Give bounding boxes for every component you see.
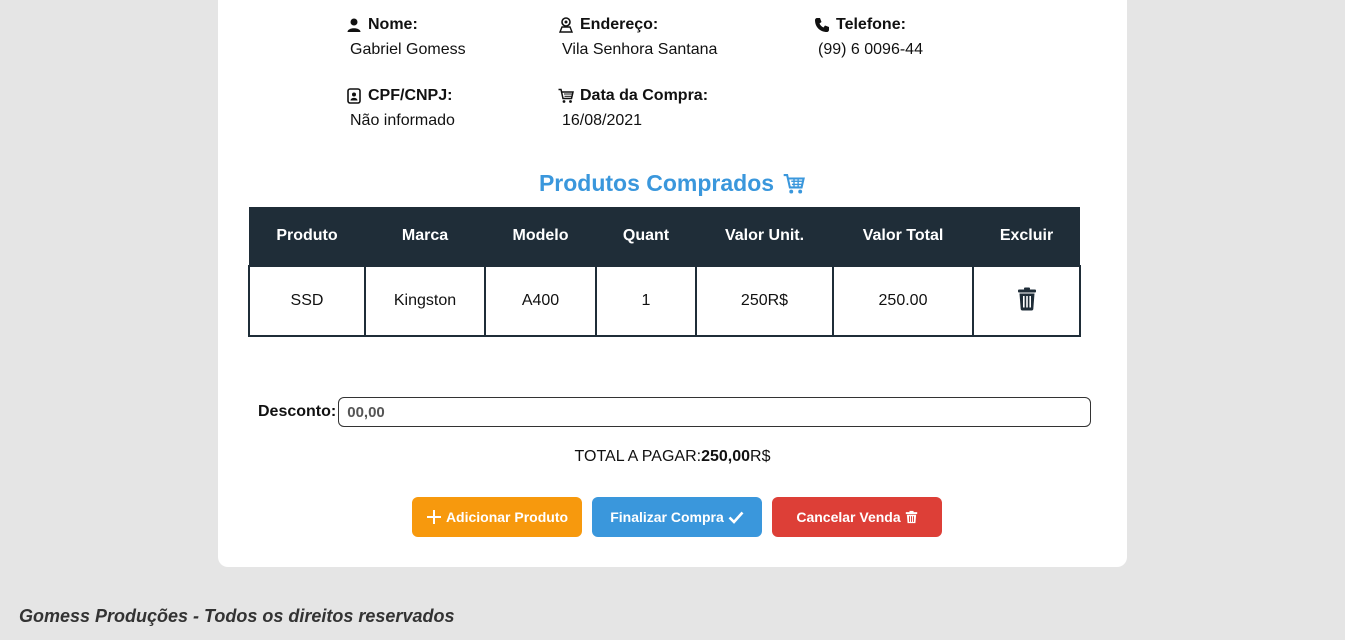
cart-icon (783, 173, 805, 193)
phone-icon (815, 18, 829, 32)
customer-name-label: Nome: (368, 16, 418, 33)
discount-label: Desconto: (258, 403, 337, 420)
cart-icon (558, 88, 574, 103)
finish-purchase-label: Finalizar Compra (610, 509, 724, 525)
col-header-quant: Quant (596, 207, 696, 266)
plus-icon (426, 510, 441, 524)
customer-address-block: Endereço: Vila Senhora Santana (558, 15, 717, 59)
customer-doc-label: CPF/CNPJ: (368, 87, 453, 104)
customer-phone-block: Telefone: (99) 6 0096-44 (814, 15, 923, 59)
cell-valor-unit: 250R$ (695, 265, 834, 337)
add-product-button[interactable]: Adicionar Produto (412, 497, 582, 537)
sale-card: Nome: Gabriel Gomess Endereço: Vila Senh… (218, 0, 1127, 567)
customer-address-label: Endereço: (580, 16, 659, 33)
cell-quant: 1 (595, 265, 697, 337)
customer-name-value: Gabriel Gomess (350, 41, 466, 58)
cell-valor-total: 250.00 (832, 265, 974, 337)
customer-address-value: Vila Senhora Santana (562, 41, 718, 58)
products-title: Produtos Comprados (218, 170, 1127, 197)
cancel-sale-button[interactable]: Cancelar Venda (772, 497, 942, 537)
check-icon (728, 511, 744, 524)
cell-modelo: A400 (484, 265, 597, 337)
total-value: 250,00 (701, 448, 751, 465)
col-header-modelo: Modelo (485, 207, 596, 266)
footer-text: Gomess Produções - Todos os direitos res… (19, 606, 455, 626)
discount-input[interactable] (338, 397, 1092, 427)
cancel-sale-label: Cancelar Venda (796, 509, 901, 525)
cell-produto: SSD (248, 265, 366, 337)
col-header-excluir: Excluir (973, 207, 1080, 266)
col-header-produto: Produto (249, 207, 365, 266)
trash-icon (905, 510, 917, 524)
trash-icon[interactable] (1017, 287, 1037, 311)
add-product-label: Adicionar Produto (445, 509, 569, 525)
action-buttons: Adicionar Produto Finalizar Compra Cance… (412, 497, 942, 537)
cell-excluir (972, 265, 1081, 337)
customer-name-block: Nome: Gabriel Gomess (346, 15, 466, 59)
purchase-date-value: 16/08/2021 (562, 112, 643, 129)
col-header-valor-unit: Valor Unit. (696, 207, 833, 266)
customer-phone-value: (99) 6 0096-44 (818, 41, 923, 58)
user-icon (347, 18, 361, 32)
products-table: Produto Marca Modelo Quant Valor Unit. V… (248, 207, 1081, 337)
customer-doc-block: CPF/CNPJ: Não informado (346, 86, 455, 130)
products-title-text: Produtos Comprados (538, 170, 775, 196)
cell-marca: Kingston (364, 265, 486, 337)
purchase-date-label: Data da Compra: (580, 87, 709, 104)
table-header-row: Produto Marca Modelo Quant Valor Unit. V… (249, 207, 1080, 266)
customer-doc-value: Não informado (350, 112, 455, 129)
total-line: TOTAL A PAGAR:250,00R$ (218, 448, 1127, 466)
col-header-valor-total: Valor Total (833, 207, 973, 266)
location-user-icon (558, 17, 574, 33)
id-card-icon (347, 88, 361, 104)
total-label: TOTAL A PAGAR: (574, 448, 702, 465)
col-header-marca: Marca (365, 207, 485, 266)
total-currency: R$ (750, 448, 771, 465)
finish-purchase-button[interactable]: Finalizar Compra (592, 497, 762, 537)
table-row: SSD Kingston A400 1 250R$ 250.00 (248, 265, 1081, 337)
customer-phone-label: Telefone: (836, 16, 906, 33)
discount-row: Desconto: (258, 397, 1092, 427)
purchase-date-block: Data da Compra: 16/08/2021 (558, 86, 708, 130)
